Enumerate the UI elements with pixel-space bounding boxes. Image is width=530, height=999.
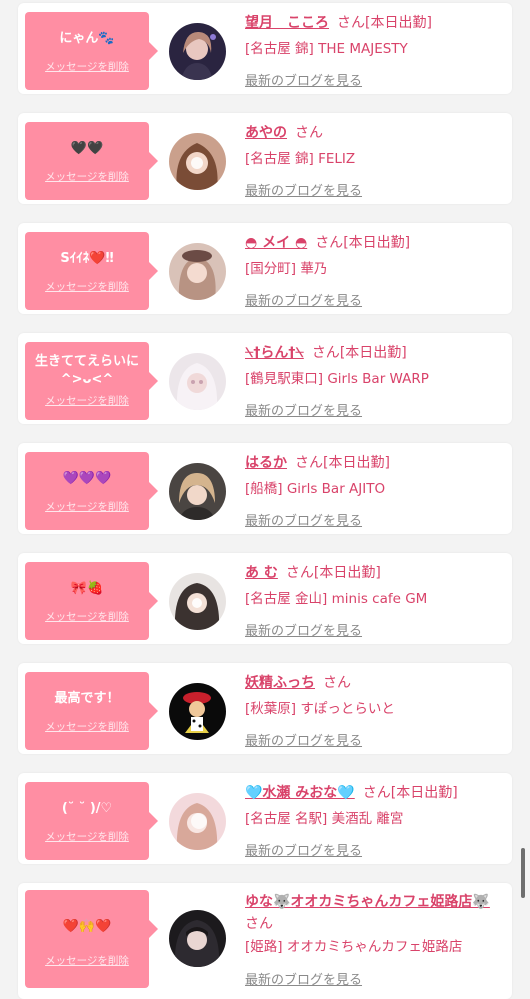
- avatar[interactable]: [169, 573, 226, 630]
- shop-name: [秋葉原] すぽっとらいと: [245, 701, 395, 717]
- shop-name: [国分町] 華乃: [245, 261, 328, 277]
- latest-blog-link[interactable]: 最新のブログを見る: [245, 730, 362, 749]
- delete-message-link[interactable]: メッセージを削除: [25, 59, 149, 74]
- shop-name: [名古屋 錦] FELIZ: [245, 151, 356, 167]
- avatar[interactable]: [169, 793, 226, 850]
- message-card: 生きててえらいに ^>ᴗ<^ メッセージを削除 ⍀†らん†⍀ さん[本日出勤] […: [18, 333, 512, 424]
- delete-message-link[interactable]: メッセージを削除: [25, 829, 149, 844]
- delete-message-link[interactable]: メッセージを削除: [25, 499, 149, 514]
- message-bubble: 🖤🖤 メッセージを削除: [25, 122, 158, 200]
- honorific: さん: [337, 15, 365, 31]
- delete-message-link[interactable]: メッセージを削除: [25, 719, 149, 734]
- attendance-status: [本日出勤]: [390, 785, 458, 801]
- shop-name: [名古屋 金山] minis cafe GM: [245, 591, 428, 607]
- latest-blog-link[interactable]: 最新のブログを見る: [245, 840, 362, 859]
- message-text: 💜💜💜: [62, 471, 112, 486]
- honorific: さん: [315, 235, 344, 251]
- honorific: さん: [311, 345, 340, 361]
- avatar[interactable]: [169, 463, 226, 520]
- latest-blog-link[interactable]: 最新のブログを見る: [245, 290, 362, 309]
- shop-name: [姫路] オオカミちゃんカフェ姫路店: [245, 939, 463, 955]
- avatar[interactable]: [169, 133, 226, 190]
- message-card: (˘ ˘ )/♡ メッセージを削除 🩵水瀬 みおな🩵 さん[本日出勤] [名古屋 …: [18, 773, 512, 864]
- latest-blog-link[interactable]: 最新のブログを見る: [245, 70, 362, 89]
- honorific: さん: [285, 565, 314, 581]
- attendance-status: [本日出勤]: [323, 455, 390, 471]
- message-bubble: (˘ ˘ )/♡ メッセージを削除: [25, 782, 158, 860]
- message-text: にゃん🐾: [59, 31, 115, 46]
- latest-blog-link[interactable]: 最新のブログを見る: [245, 620, 362, 639]
- message-card: 最高です！ メッセージを削除 妖精ふっち さん [秋葉原] すぽっとらいと 最新の…: [18, 663, 512, 754]
- shop-name: [鶴見駅東口] Girls Bar WARP: [245, 371, 429, 387]
- scrollbar-thumb[interactable]: [521, 848, 525, 898]
- honorific: さん: [245, 916, 273, 932]
- latest-blog-link[interactable]: 最新のブログを見る: [245, 969, 362, 988]
- message-bubble: にゃん🐾 メッセージを削除: [25, 12, 158, 90]
- avatar[interactable]: [169, 683, 226, 740]
- avatar[interactable]: [169, 243, 226, 300]
- message-card: 💜💜💜 メッセージを削除 はるか さん[本日出勤] [船橋] Girls Bar …: [18, 443, 512, 534]
- message-bubble: Sｲｲﾈ❤️‼︎ メッセージを削除: [25, 232, 158, 310]
- cast-name-link[interactable]: あ む: [245, 565, 278, 581]
- attendance-status: [本日出勤]: [313, 565, 381, 581]
- cast-name-link[interactable]: はるか: [245, 455, 287, 471]
- shop-name: [船橋] Girls Bar AJITO: [245, 481, 386, 497]
- latest-blog-link[interactable]: 最新のブログを見る: [245, 180, 362, 199]
- delete-message-link[interactable]: メッセージを削除: [25, 609, 149, 624]
- cast-name-link[interactable]: 🩵水瀬 みおな🩵: [245, 785, 355, 801]
- message-card: Sｲｲﾈ❤️‼︎ メッセージを削除 ◓ メイ ◓ さん[本日出勤] [国分町] 華…: [18, 223, 512, 314]
- attendance-status: [本日出勤]: [339, 345, 407, 361]
- cast-name-link[interactable]: ⍀†らん†⍀: [245, 345, 304, 361]
- message-card: ❤️🙌❤️ メッセージを削除 ゆな🐺オオカミちゃんカフェ姫路店🐺 さん [姫路]…: [18, 883, 512, 999]
- cast-name-link[interactable]: ◓ メイ ◓: [245, 235, 307, 251]
- message-text: 生きててえらいに ^>ᴗ<^: [34, 354, 139, 387]
- delete-message-link[interactable]: メッセージを削除: [25, 953, 149, 968]
- avatar[interactable]: [169, 23, 226, 80]
- message-text: 最高です！: [54, 691, 120, 706]
- delete-message-link[interactable]: メッセージを削除: [25, 393, 149, 408]
- message-text: (˘ ˘ )/♡: [61, 801, 113, 816]
- message-text: 🎀🍓: [70, 581, 104, 596]
- delete-message-link[interactable]: メッセージを削除: [25, 169, 149, 184]
- honorific: さん: [295, 125, 323, 141]
- avatar[interactable]: [169, 353, 226, 410]
- attendance-status: [本日出勤]: [343, 235, 411, 251]
- cast-name-link[interactable]: ゆな🐺オオカミちゃんカフェ姫路店🐺: [245, 894, 490, 910]
- shop-name: [名古屋 錦] THE MAJESTY: [245, 41, 408, 57]
- latest-blog-link[interactable]: 最新のブログを見る: [245, 400, 362, 419]
- message-card: 🖤🖤 メッセージを削除 あやの さん [名古屋 錦] FELIZ 最新のブログを見…: [18, 113, 512, 204]
- honorific: さん: [295, 455, 323, 471]
- message-bubble: 💜💜💜 メッセージを削除: [25, 452, 158, 530]
- delete-message-link[interactable]: メッセージを削除: [25, 279, 149, 294]
- message-bubble: 🎀🍓 メッセージを削除: [25, 562, 158, 640]
- latest-blog-link[interactable]: 最新のブログを見る: [245, 510, 362, 529]
- message-card: 🎀🍓 メッセージを削除 あ むさん[本日出勤] [名古屋 金山] minis c…: [18, 553, 512, 644]
- message-bubble: 生きててえらいに ^>ᴗ<^ メッセージを削除: [25, 342, 158, 420]
- cast-name-link[interactable]: 望月 こころ: [245, 15, 329, 31]
- cast-name-link[interactable]: あやの: [245, 125, 287, 141]
- honorific: さん: [323, 675, 351, 691]
- message-bubble: 最高です！ メッセージを削除: [25, 672, 158, 750]
- honorific: さん: [362, 785, 391, 801]
- cast-name-link[interactable]: 妖精ふっち: [245, 675, 315, 691]
- message-text: ❤️🙌❤️: [62, 919, 112, 934]
- message-text: 🖤🖤: [70, 141, 104, 156]
- shop-name: [名古屋 名駅] 美酒乱 離宮: [245, 811, 404, 827]
- message-bubble: ❤️🙌❤️ メッセージを削除: [25, 890, 158, 988]
- message-text: Sｲｲﾈ❤️‼︎: [60, 251, 114, 266]
- attendance-status: [本日出勤]: [365, 15, 432, 31]
- message-card: にゃん🐾 メッセージを削除 望月 こころ さん[本日出勤] [名古屋 錦] THE…: [18, 3, 512, 94]
- avatar[interactable]: [169, 910, 226, 967]
